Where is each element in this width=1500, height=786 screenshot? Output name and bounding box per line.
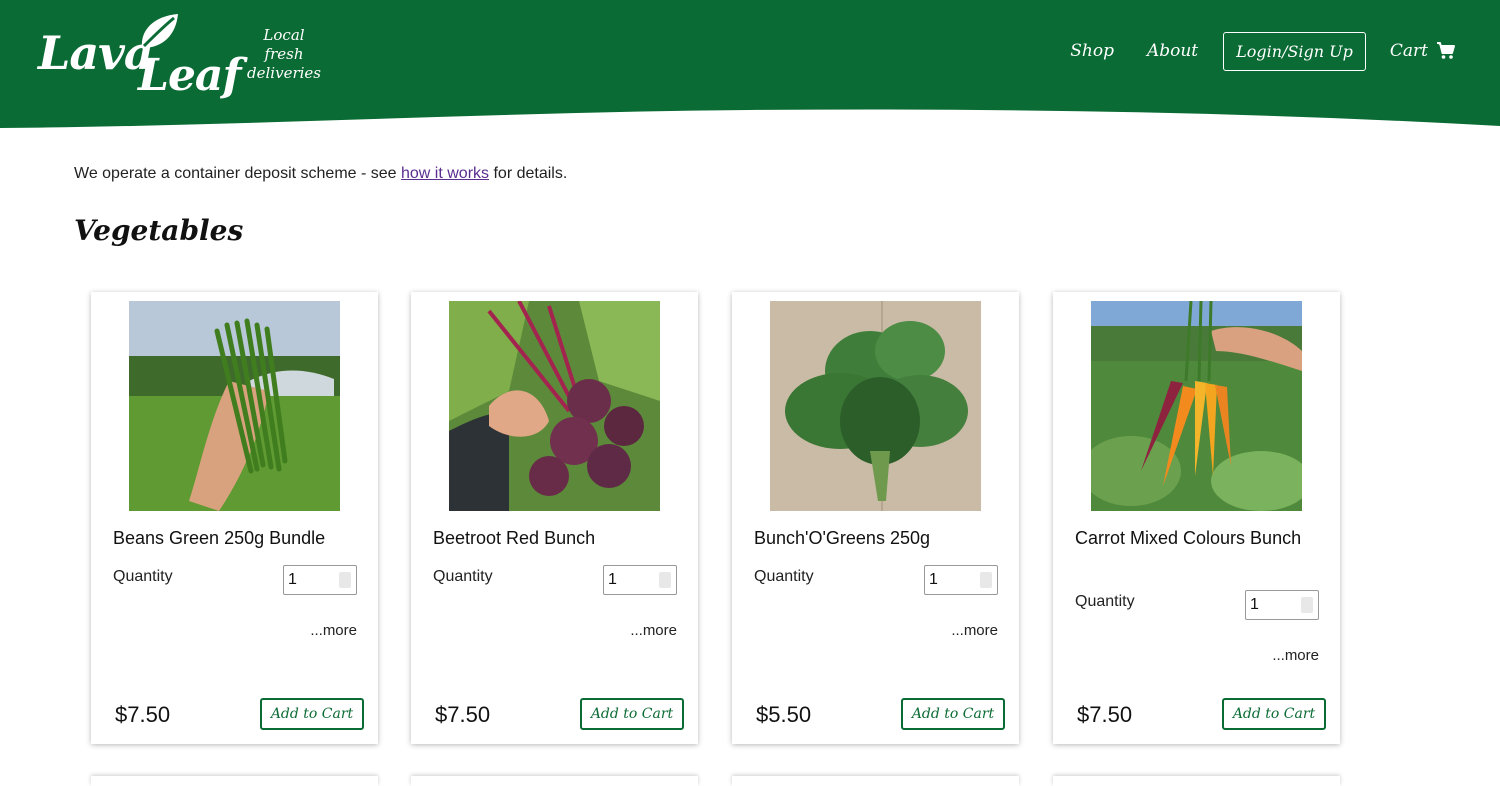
more-link[interactable]: ...more — [1272, 647, 1319, 664]
add-to-cart-button[interactable]: Add to Cart — [260, 698, 364, 730]
product-name: Beans Green 250g Bundle — [113, 528, 326, 548]
quantity-spinner[interactable] — [1301, 597, 1313, 613]
login-signup-button[interactable]: Login/Sign Up — [1223, 31, 1366, 71]
how-it-works-link[interactable]: how it works — [401, 165, 489, 182]
product-image[interactable] — [1091, 301, 1302, 511]
logo-word-lava: Lava — [38, 26, 154, 80]
product-name: Carrot Mixed Colours Bunch — [1075, 528, 1302, 548]
more-link[interactable]: ...more — [310, 622, 357, 639]
quantity-value: 1 — [1250, 596, 1259, 613]
quantity-input[interactable]: 1 — [603, 565, 677, 595]
product-price: $5.50 — [756, 702, 812, 727]
product-image[interactable] — [129, 301, 340, 511]
quantity-label: Quantity — [433, 568, 493, 585]
nav-cart-label: Cart — [1389, 41, 1428, 61]
quantity-spinner[interactable] — [980, 572, 992, 588]
quantity-value: 1 — [288, 571, 297, 588]
product-card-peek — [91, 776, 378, 786]
product-card: Carrot Mixed Colours Bunch Quantity 1 ..… — [1053, 292, 1340, 744]
site-header: Lava Leaf Local fresh deliveries Shop Ab… — [0, 0, 1500, 132]
more-link[interactable]: ...more — [630, 622, 677, 639]
notice-suffix: for details. — [489, 165, 568, 182]
product-card: Beans Green 250g Bundle Quantity 1 ...mo… — [91, 292, 378, 744]
add-to-cart-button[interactable]: Add to Cart — [901, 698, 1005, 730]
tagline-line: Local — [263, 26, 305, 44]
tagline: Local fresh deliveries — [246, 26, 322, 83]
product-card-peek — [411, 776, 698, 786]
quantity-input[interactable]: 1 — [924, 565, 998, 595]
quantity-value: 1 — [929, 571, 938, 588]
nav-about[interactable]: About — [1147, 41, 1198, 61]
product-price: $7.50 — [1077, 702, 1133, 727]
quantity-value: 1 — [608, 571, 617, 588]
product-price: $7.50 — [435, 702, 491, 727]
quantity-spinner[interactable] — [339, 572, 351, 588]
notice-prefix: We operate a container deposit scheme - … — [74, 165, 401, 182]
quantity-spinner[interactable] — [659, 572, 671, 588]
quantity-input[interactable]: 1 — [283, 565, 357, 595]
section-title: Vegetables — [74, 214, 244, 247]
tagline-line: deliveries — [247, 64, 321, 82]
leaf-icon — [141, 14, 178, 48]
product-card-peek — [1053, 776, 1340, 786]
logo-word-leaf: Leaf — [138, 50, 241, 101]
add-to-cart-button[interactable]: Add to Cart — [580, 698, 684, 730]
main-nav: Shop About Login/Sign Up Cart — [1070, 30, 1456, 72]
product-card: Beetroot Red Bunch Quantity 1 ...more $7… — [411, 292, 698, 744]
nav-shop[interactable]: Shop — [1070, 41, 1114, 61]
product-card-peek — [732, 776, 1019, 786]
product-card: Bunch'O'Greens 250g Quantity 1 ...more $… — [732, 292, 1019, 744]
logo[interactable]: Lava Leaf — [38, 12, 241, 101]
quantity-input[interactable]: 1 — [1245, 590, 1319, 620]
product-image[interactable] — [449, 301, 660, 511]
add-to-cart-button[interactable]: Add to Cart — [1222, 698, 1326, 730]
quantity-label: Quantity — [113, 568, 173, 585]
quantity-label: Quantity — [754, 568, 814, 585]
product-image[interactable] — [770, 301, 981, 511]
deposit-notice: We operate a container deposit scheme - … — [74, 165, 567, 183]
quantity-label: Quantity — [1075, 593, 1135, 610]
more-link[interactable]: ...more — [951, 622, 998, 639]
tagline-line: fresh — [264, 45, 304, 63]
shopping-cart-icon — [1436, 42, 1456, 60]
product-name: Bunch'O'Greens 250g — [754, 528, 930, 548]
product-name: Beetroot Red Bunch — [433, 528, 596, 548]
nav-cart[interactable]: Cart — [1390, 41, 1456, 61]
product-price: $7.50 — [115, 702, 171, 727]
